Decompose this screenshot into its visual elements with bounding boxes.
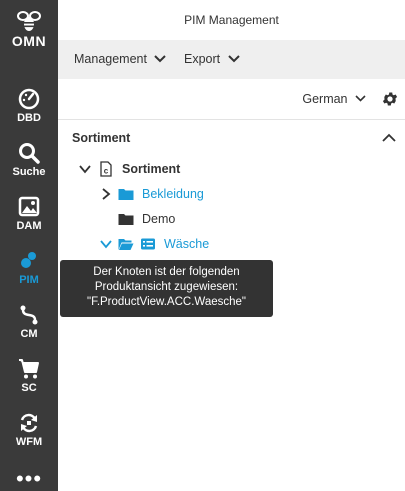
management-menu[interactable]: Management: [74, 40, 167, 79]
folder-open-icon: [118, 239, 134, 250]
svg-text:c: c: [104, 167, 109, 176]
sidebar-item-label: CM: [20, 328, 38, 340]
logo-text: OMN: [11, 33, 47, 49]
chevron-up-icon[interactable]: [382, 131, 396, 145]
search-icon: [19, 143, 40, 164]
pim-icon: [21, 252, 36, 268]
toolbar: German: [58, 79, 405, 120]
management-menu-label: Management: [74, 52, 147, 66]
sidebar-item-label: Suche: [12, 166, 46, 178]
folder-icon: [118, 189, 134, 200]
menu-bar: Management Export: [58, 40, 405, 79]
tree-node-label: Sortiment: [122, 162, 181, 176]
sidebar: OMN DBD Suche DAM PIM CM SC WFM •••: [0, 0, 58, 491]
sidebar-item-label: PIM: [19, 274, 39, 286]
bee-icon: [17, 11, 41, 31]
tooltip-line: "F.ProductView.ACC.Waesche": [86, 296, 246, 308]
sidebar-item-cm[interactable]: CM: [0, 304, 58, 340]
connector-icon: [20, 305, 38, 325]
export-menu[interactable]: Export: [184, 40, 240, 79]
tree-node-label: Demo: [142, 212, 176, 226]
chevron-right-icon[interactable]: [100, 188, 112, 200]
chevron-down-icon: [355, 95, 366, 102]
tree-node-bekleidung[interactable]: Bekleidung: [58, 183, 405, 205]
images-icon: [18, 196, 40, 217]
cart-icon: [19, 359, 39, 379]
language-label: German: [302, 92, 348, 106]
sidebar-item-label: SC: [21, 382, 37, 394]
sidebar-item-wfm[interactable]: WFM: [0, 412, 58, 448]
app-logo[interactable]: OMN: [0, 10, 58, 49]
tree-node-label: Wäsche: [164, 237, 210, 251]
sidebar-item-label: WFM: [15, 436, 43, 448]
chevron-down-icon[interactable]: [79, 163, 91, 175]
sidebar-item-pim[interactable]: PIM: [0, 250, 58, 286]
sidebar-item-dbd[interactable]: DBD: [0, 88, 58, 124]
workflow-icon: [20, 413, 38, 433]
sidebar-item-label: DBD: [17, 112, 41, 124]
export-menu-label: Export: [184, 52, 221, 66]
chevron-down-icon[interactable]: [100, 238, 112, 250]
tree-node-label: Bekleidung: [142, 187, 204, 201]
node-assignment-tooltip: Der Knoten ist der folgenden Produktansi…: [60, 260, 273, 317]
more-menu-icon[interactable]: •••: [0, 468, 58, 490]
app-title-bar: PIM Management: [58, 0, 405, 41]
language-select[interactable]: German: [302, 79, 366, 119]
sidebar-item-sc[interactable]: SC: [0, 358, 58, 394]
sortiment-panel-header[interactable]: Sortiment: [58, 120, 405, 156]
tooltip-line: Produktansicht zugewiesen:: [94, 281, 239, 293]
sidebar-item-dam[interactable]: DAM: [0, 196, 58, 232]
sidebar-item-suche[interactable]: Suche: [0, 142, 58, 178]
product-view-icon: [141, 238, 155, 250]
speedometer-icon: [18, 88, 40, 110]
chevron-down-icon: [227, 54, 240, 63]
gear-icon[interactable]: [381, 90, 399, 108]
catalog-icon: c: [100, 161, 112, 177]
sidebar-item-label: DAM: [16, 220, 42, 232]
folder-icon: [118, 214, 134, 225]
page-title: PIM Management: [184, 13, 279, 27]
tree-node-root[interactable]: c Sortiment: [58, 158, 405, 180]
tooltip-line: Der Knoten ist der folgenden: [93, 266, 240, 278]
tree-node-waesche[interactable]: Wäsche: [58, 233, 405, 255]
panel-title: Sortiment: [72, 131, 131, 145]
tree-node-demo[interactable]: Demo: [58, 208, 405, 230]
chevron-down-icon: [154, 54, 167, 63]
